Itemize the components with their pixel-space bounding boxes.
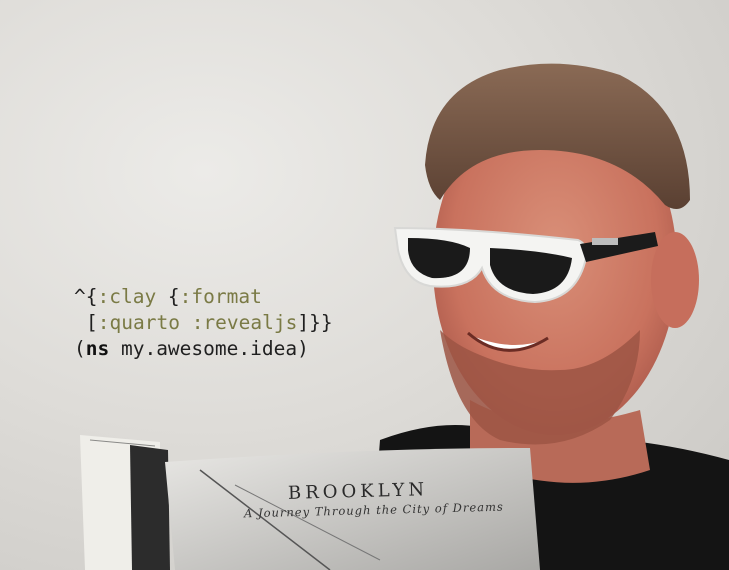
quarto-keyword: :quarto: [97, 311, 180, 334]
revealjs-keyword: :revealjs: [191, 311, 298, 334]
code-snippet: ^{:clay {:format [:quarto :revealjs]}} (ns…: [74, 284, 333, 362]
code-close: ]}}: [297, 311, 333, 334]
namespace-name: my.awesome.idea): [109, 337, 309, 360]
clay-keyword: :clay: [97, 285, 157, 308]
format-keyword: :format: [179, 285, 262, 308]
photo-scene: ^{:clay {:format [:quarto :revealjs]}} (ns…: [0, 0, 729, 570]
code-caret: ^{: [74, 285, 98, 308]
code-line-1: ^{:clay {:format: [74, 284, 333, 310]
code-paren: (: [74, 337, 86, 360]
code-line-3: (ns my.awesome.idea): [74, 336, 333, 362]
code-bracket: [: [86, 311, 98, 334]
code-line-2: [:quarto :revealjs]}}: [74, 310, 333, 336]
book-title: BROOKLYN: [287, 479, 429, 504]
ns-keyword: ns: [85, 337, 110, 360]
code-brace: {: [156, 285, 180, 308]
